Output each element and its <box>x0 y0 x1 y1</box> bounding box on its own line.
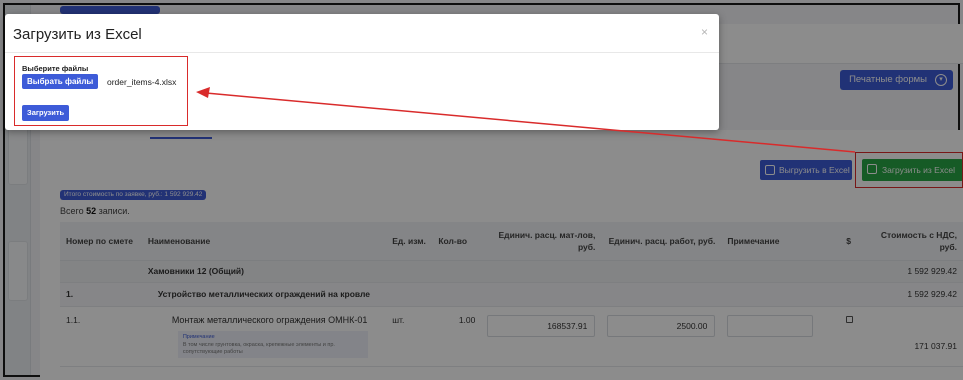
close-icon[interactable]: × <box>701 25 708 39</box>
file-input-highlight <box>14 56 188 126</box>
modal-title: Загрузить из Excel <box>13 26 142 43</box>
modal-divider <box>5 52 719 53</box>
